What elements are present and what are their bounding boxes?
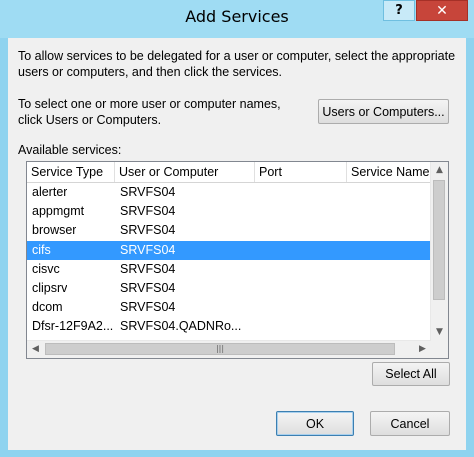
vertical-scrollbar[interactable]: ▲ ▼ bbox=[430, 162, 448, 341]
cancel-button[interactable]: Cancel bbox=[370, 411, 450, 436]
vertical-scroll-thumb[interactable] bbox=[433, 180, 445, 300]
cell-service-type: dcom bbox=[32, 300, 63, 315]
ok-button[interactable]: OK bbox=[276, 411, 354, 436]
scrollbar-corner bbox=[431, 341, 448, 358]
cell-service-type: clipsrv bbox=[32, 281, 68, 295]
cell-service-type: appmgmt bbox=[32, 204, 85, 219]
cell-service-type: browser bbox=[32, 223, 77, 238]
available-services-label: Available services: bbox=[18, 143, 122, 157]
cell-user-or-computer: SRVFS04.QADNRo... bbox=[120, 319, 242, 334]
table-row[interactable]: Dfsr-12F9A2... SRVFS04.QADNRo... bbox=[27, 317, 431, 336]
close-button[interactable]: ✕ bbox=[416, 0, 468, 21]
column-port[interactable]: Port bbox=[255, 162, 347, 182]
grip-icon: ||| bbox=[215, 344, 225, 353]
table-row[interactable]: cisvc SRVFS04 bbox=[27, 260, 431, 279]
table-row[interactable]: dcom SRVFS04 bbox=[27, 298, 431, 317]
scroll-left-icon[interactable]: ◀ bbox=[27, 341, 44, 358]
table-row[interactable]: clipsrv SRVFS04 bbox=[27, 279, 431, 298]
column-service-name[interactable]: Service Name bbox=[347, 162, 432, 182]
cell-service-type: cifs bbox=[32, 242, 51, 257]
help-button[interactable]: ? bbox=[383, 0, 415, 21]
close-icon: ✕ bbox=[436, 3, 448, 19]
cell-user-or-computer: SRVFS04 bbox=[120, 204, 176, 219]
cell-user-or-computer: SRVFS04 bbox=[120, 242, 176, 257]
cell-user-or-computer: SRVFS04 bbox=[120, 261, 176, 276]
cell-user-or-computer: SRVFS04 bbox=[120, 300, 176, 315]
column-user-or-computer[interactable]: User or Computer bbox=[115, 162, 255, 182]
cell-user-or-computer: SRVFS04 bbox=[120, 281, 176, 295]
table-row[interactable]: appmgmt SRVFS04 bbox=[27, 202, 431, 221]
select-all-button[interactable]: Select All bbox=[372, 362, 450, 386]
title-bar: Add Services ? ✕ bbox=[0, 0, 474, 38]
table-row[interactable]: alerter SRVFS04 bbox=[27, 183, 431, 202]
horizontal-scroll-thumb[interactable]: ||| bbox=[45, 343, 395, 355]
intro-text: To allow services to be delegated for a … bbox=[18, 49, 456, 79]
cell-service-type: cisvc bbox=[32, 261, 60, 276]
scroll-up-icon[interactable]: ▲ bbox=[431, 162, 448, 179]
select-users-text: To select one or more user or computer n… bbox=[18, 97, 281, 127]
users-or-computers-button[interactable]: Users or Computers... bbox=[318, 99, 449, 124]
scroll-right-icon[interactable]: ▶ bbox=[414, 341, 431, 358]
list-header: Service Type User or Computer Port Servi… bbox=[27, 162, 432, 183]
services-list[interactable]: Service Type User or Computer Port Servi… bbox=[26, 161, 449, 359]
dialog-body: To allow services to be delegated for a … bbox=[8, 38, 466, 450]
column-service-type[interactable]: Service Type bbox=[27, 162, 115, 182]
cell-service-type: Dfsr-12F9A2... bbox=[32, 319, 114, 334]
scroll-down-icon[interactable]: ▼ bbox=[431, 324, 448, 341]
cell-user-or-computer: SRVFS04 bbox=[120, 223, 176, 238]
horizontal-scrollbar[interactable]: ◀ ||| ▶ bbox=[27, 340, 431, 358]
cell-user-or-computer: SRVFS04 bbox=[120, 185, 176, 199]
table-row[interactable]: cifs SRVFS04 bbox=[27, 240, 431, 260]
cell-service-type: alerter bbox=[32, 185, 68, 199]
table-row[interactable]: browser SRVFS04 bbox=[27, 221, 431, 240]
